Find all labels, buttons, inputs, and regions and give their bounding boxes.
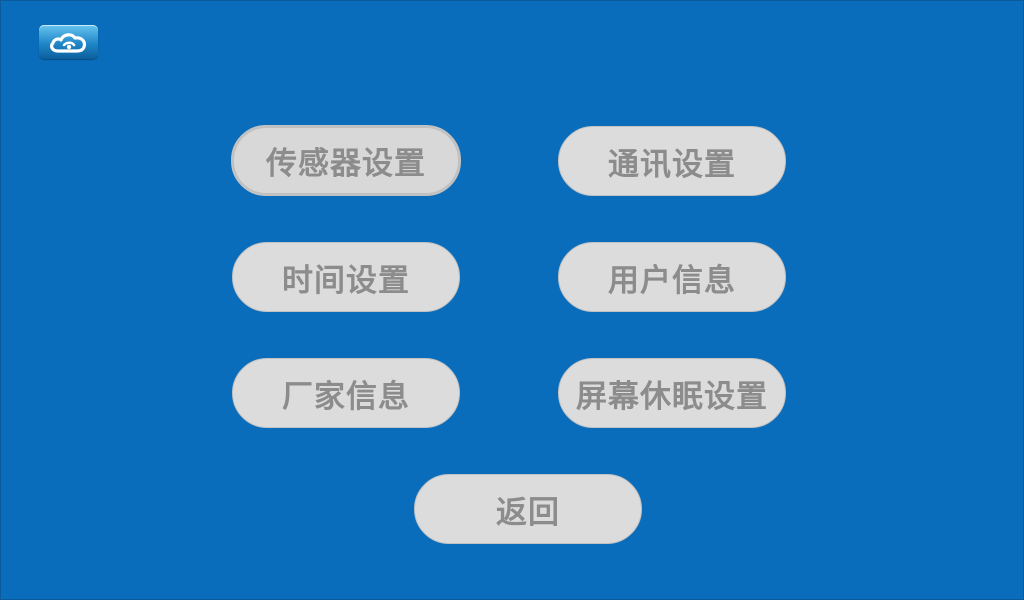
comm-settings-button[interactable]: 通讯设置 [558,126,786,196]
screen-sleep-settings-button[interactable]: 屏幕休眠设置 [558,358,786,428]
user-info-button[interactable]: 用户信息 [558,242,786,312]
back-button[interactable]: 返回 [414,474,642,544]
sensor-settings-button[interactable]: 传感器设置 [231,125,461,196]
cloud-icon [50,33,87,53]
time-settings-button[interactable]: 时间设置 [232,242,460,312]
app-logo[interactable] [39,25,98,59]
vendor-info-button[interactable]: 厂家信息 [232,358,460,428]
